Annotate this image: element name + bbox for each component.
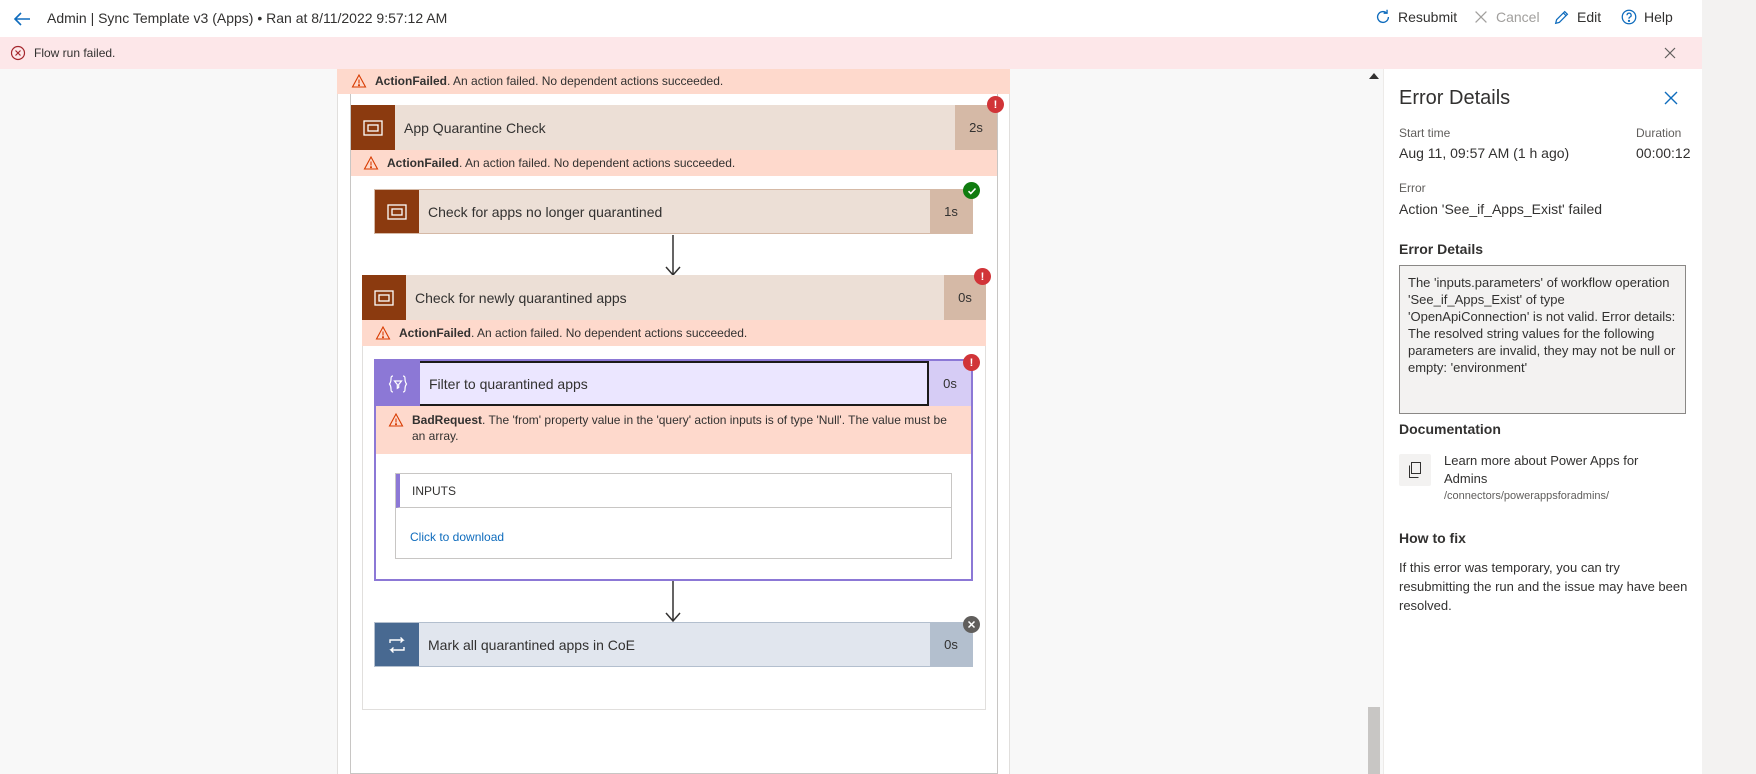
error-label: Error	[1399, 181, 1426, 195]
filter-array-icon	[376, 361, 420, 406]
help-button[interactable]: Help	[1620, 8, 1673, 26]
scroll-thumb[interactable]	[1368, 707, 1380, 774]
start-time-label: Start time	[1399, 126, 1451, 140]
flow-failed-banner: Flow run failed.	[0, 37, 1702, 69]
check-newly-quarantined-apps-card[interactable]: Check for newly quarantined apps 0s	[362, 275, 986, 320]
documentation-link[interactable]: Learn more about Power Apps for Admins	[1444, 452, 1674, 488]
close-panel-icon[interactable]	[1663, 90, 1679, 106]
scope-icon	[351, 105, 395, 150]
error-circle-icon	[10, 45, 26, 61]
app-quarantine-check-card[interactable]: App Quarantine Check 2s	[351, 105, 997, 150]
scope-icon	[375, 190, 419, 233]
check-apps-no-longer-quarantined-card[interactable]: Check for apps no longer quarantined 1s	[374, 189, 973, 234]
inputs-section: INPUTS Click to download	[395, 473, 952, 559]
back-arrow-icon[interactable]	[10, 7, 34, 31]
connector-arrow	[665, 235, 681, 277]
check-newly-warning: ActionFailed. An action failed. No depen…	[362, 320, 986, 346]
app-quarantine-warning: ActionFailed. An action failed. No depen…	[351, 150, 997, 176]
scroll-up-icon[interactable]	[1369, 73, 1379, 79]
inputs-header: INPUTS	[396, 474, 951, 508]
warning-triangle-icon	[351, 73, 367, 88]
documentation-heading: Documentation	[1399, 421, 1501, 437]
banner-message: Flow run failed.	[34, 46, 116, 60]
how-to-fix-heading: How to fix	[1399, 530, 1466, 546]
refresh-icon	[1376, 9, 1390, 24]
loop-icon	[375, 623, 419, 666]
warning-triangle-icon	[388, 412, 404, 427]
duration-label: Duration	[1636, 126, 1682, 140]
warning-triangle-icon	[375, 325, 391, 340]
document-copy-icon	[1399, 454, 1431, 486]
cancel-x-icon	[1475, 11, 1487, 23]
warning-triangle-icon	[363, 155, 379, 170]
mark-all-quarantined-apps-card[interactable]: Mark all quarantined apps in CoE 0s	[374, 622, 973, 667]
canvas-scrollbar[interactable]	[1365, 69, 1383, 774]
flow-run-title: Admin | Sync Template v3 (Apps) • Ran at…	[47, 10, 448, 26]
start-time-value: Aug 11, 09:57 AM (1 h ago)	[1399, 145, 1570, 161]
failed-status-badge: !	[974, 268, 991, 285]
failed-status-badge: !	[963, 354, 980, 371]
error-details-heading: Error Details	[1399, 241, 1484, 257]
cancel-button[interactable]: Cancel	[1472, 8, 1540, 26]
help-icon	[1621, 9, 1637, 25]
dismiss-banner-icon[interactable]	[1662, 45, 1678, 61]
connector-arrow	[665, 581, 681, 623]
documentation-path: /connectors/powerappsforadmins/	[1444, 490, 1610, 502]
skipped-status-badge	[963, 616, 980, 633]
header-bar: Admin | Sync Template v3 (Apps) • Ran at…	[0, 0, 1702, 37]
how-to-fix-text: If this error was temporary, you can try…	[1399, 560, 1688, 613]
error-value: Action 'See_if_Apps_Exist' failed	[1399, 201, 1603, 217]
error-details-textarea[interactable]: The 'inputs.parameters' of workflow oper…	[1399, 265, 1686, 414]
panel-title: Error Details	[1399, 87, 1511, 109]
flow-canvas[interactable]: ActionFailed. An action failed. No depen…	[0, 69, 1383, 774]
pencil-icon	[1554, 10, 1569, 25]
duration-value: 00:00:12	[1636, 145, 1691, 161]
click-to-download-link[interactable]: Click to download	[396, 508, 951, 544]
top-action-failed-warning: ActionFailed. An action failed. No depen…	[337, 69, 1010, 94]
failed-status-badge: !	[987, 96, 1004, 113]
scope-icon	[362, 275, 406, 320]
window-edge	[1702, 0, 1756, 774]
filter-bad-request-error: BadRequest. The 'from' property value in…	[376, 406, 971, 454]
filter-to-quarantined-apps-card[interactable]: Filter to quarantined apps 0s	[376, 361, 971, 406]
error-details-panel: Error Details Start time Aug 11, 09:57 A…	[1383, 69, 1702, 774]
success-status-badge	[963, 182, 980, 199]
resubmit-button[interactable]: Resubmit	[1374, 8, 1457, 26]
edit-button[interactable]: Edit	[1553, 8, 1601, 26]
